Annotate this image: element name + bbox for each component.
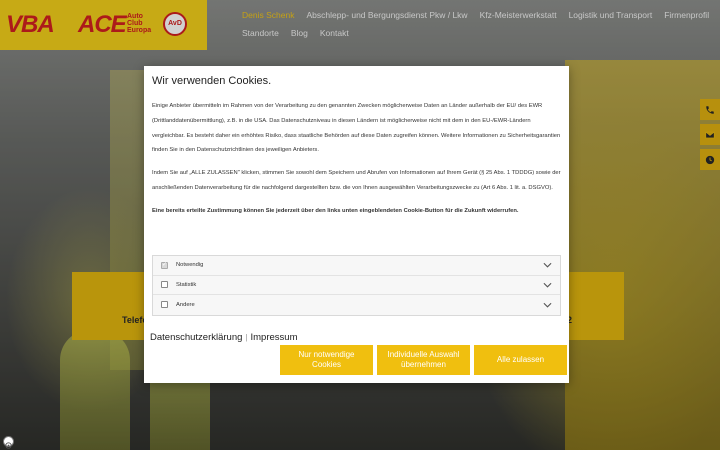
dialog-body: Einige Anbieter übermitteln im Rahmen vo…	[152, 99, 562, 249]
dialog-paragraph: Indem Sie auf „ALLE ZULASSEN" klicken, s…	[152, 170, 561, 191]
cookie-settings-button[interactable]	[3, 436, 14, 449]
privacy-policy-link[interactable]: Datenschutzerklärung	[150, 332, 242, 343]
cookie-category-list: Notwendig Statistik Andere	[152, 255, 561, 316]
chevron-down-icon[interactable]	[540, 298, 554, 312]
cookie-category-label: Andere	[176, 301, 195, 308]
cookie-consent-dialog: Wir verwenden Cookies. Einige Anbieter ü…	[144, 66, 569, 383]
dialog-paragraph-note: Eine bereits erteilte Zustimmung können …	[152, 207, 519, 214]
cookie-category-checkbox	[161, 261, 168, 269]
cookie-category-label: Statistik	[176, 281, 197, 288]
cookie-category-checkbox[interactable]	[161, 281, 168, 289]
dialog-paragraph: Einige Anbieter übermitteln im Rahmen vo…	[152, 103, 561, 154]
cookie-icon	[5, 442, 12, 449]
legal-links: Datenschutzerklärung | Impressum	[150, 332, 297, 343]
accept-selection-button[interactable]: Individuelle Auswahl übernehmen	[377, 345, 470, 375]
dialog-title: Wir verwenden Cookies.	[152, 75, 272, 87]
imprint-link[interactable]: Impressum	[251, 332, 298, 343]
dialog-actions: Nur notwendige Cookies Individuelle Ausw…	[280, 345, 567, 375]
cookie-category-label: Notwendig	[176, 262, 204, 269]
chevron-down-icon[interactable]	[540, 278, 554, 292]
accept-all-button[interactable]: Alle zulassen	[474, 345, 567, 375]
chevron-down-icon[interactable]	[540, 258, 554, 272]
cookie-category-statistik[interactable]: Statistik	[153, 275, 560, 295]
cookie-category-andere[interactable]: Andere	[153, 295, 560, 315]
cookie-category-checkbox[interactable]	[161, 301, 168, 309]
cookie-category-notwendig[interactable]: Notwendig	[153, 256, 560, 276]
link-separator: |	[245, 333, 248, 342]
accept-necessary-button[interactable]: Nur notwendige Cookies	[280, 345, 373, 375]
